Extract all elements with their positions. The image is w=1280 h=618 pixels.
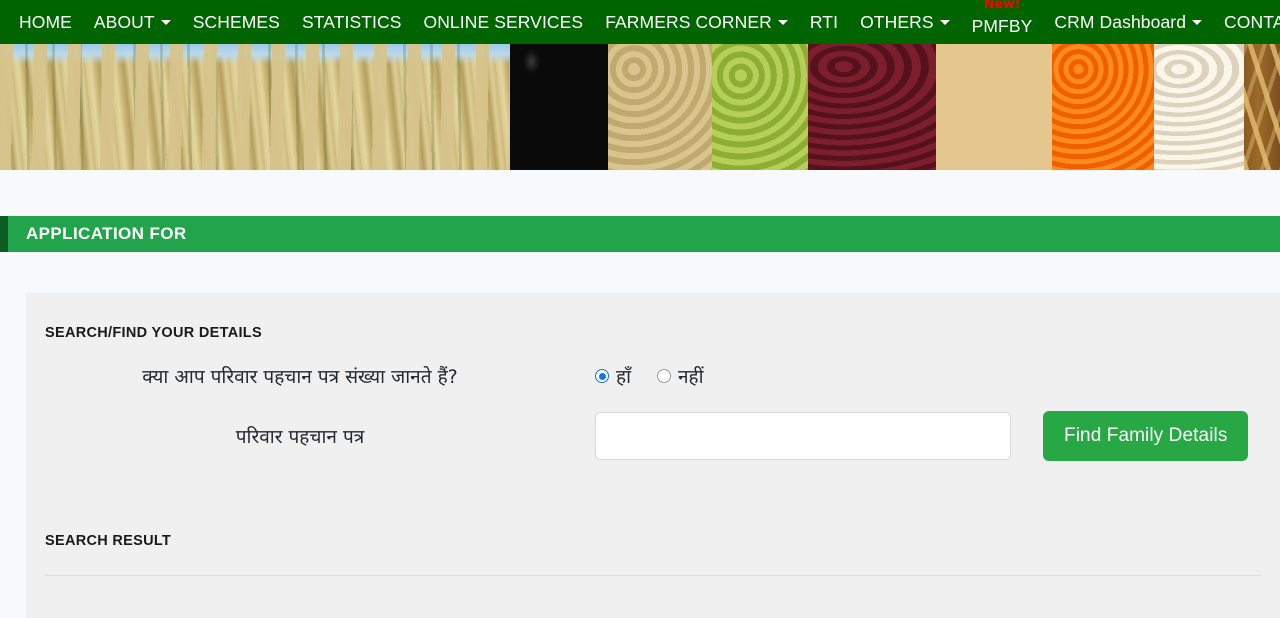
question-label: क्या आप परिवार पहचान पत्र संख्या जानते ह… <box>142 366 458 388</box>
search-panel-title: SEARCH/FIND YOUR DETAILS <box>45 325 262 341</box>
nav-label: STATISTICS <box>301 11 402 32</box>
radio-yes-indicator[interactable] <box>595 369 609 383</box>
section-header-wrap: APPLICATION FOR <box>0 170 1280 252</box>
section-header: APPLICATION FOR <box>0 216 1280 252</box>
page-title: APPLICATION FOR <box>26 224 187 243</box>
nav-item-others[interactable]: OTHERS <box>849 0 961 44</box>
banner-band-orange-lentils <box>1052 44 1154 170</box>
banner-band-white-beans <box>1154 44 1244 170</box>
nav-label: SCHEMES <box>192 11 280 32</box>
banner-band-wheat-stalks <box>1244 44 1280 170</box>
banner-band-black-beans <box>510 44 608 170</box>
nav-label: HOME <box>19 11 72 32</box>
main-navigation: HOME ABOUT SCHEMES STATISTICS ONLINE SER… <box>0 0 1280 44</box>
banner-band-pearl-millet-field <box>0 44 510 170</box>
banner-image <box>0 44 1280 170</box>
radio-option-no[interactable]: नहीं <box>657 363 704 389</box>
nav-label: CONTACT US <box>1224 11 1280 32</box>
nav-item-crm-dashboard[interactable]: CRM Dashboard <box>1043 0 1213 44</box>
nav-label: RTI <box>809 11 839 32</box>
nav-item-online-services[interactable]: ONLINE SERVICES <box>412 0 594 44</box>
banner-band-red-kidney-beans <box>808 44 936 170</box>
find-family-details-button[interactable]: Find Family Details <box>1043 411 1249 461</box>
nav-label: PMFBY <box>971 16 1033 36</box>
search-panel: SEARCH/FIND YOUR DETAILS क्या आप परिवार … <box>26 293 1280 618</box>
chevron-down-icon <box>939 19 950 25</box>
chevron-down-icon <box>777 19 788 25</box>
nav-label: CRM Dashboard <box>1054 11 1187 32</box>
nav-item-contact-us[interactable]: CONTACT US <box>1213 0 1280 44</box>
radio-no-label: नहीं <box>678 366 704 388</box>
nav-label: ONLINE SERVICES <box>423 11 584 32</box>
radio-group-know-ppp: हाँ नहीं <box>595 363 704 389</box>
chevron-down-icon <box>1192 19 1203 25</box>
ppp-number-input[interactable] <box>595 412 1011 460</box>
nav-item-farmers-corner[interactable]: FARMERS CORNER <box>594 0 799 44</box>
ppp-label: परिवार पहचान पत्र <box>235 426 365 448</box>
ppp-row: परिवार पहचान पत्र Find Family Details <box>26 411 1280 461</box>
banner-band-tan-lentils <box>608 44 712 170</box>
radio-no-indicator[interactable] <box>657 369 672 383</box>
chevron-down-icon <box>160 19 171 25</box>
nav-item-statistics[interactable]: STATISTICS <box>291 0 413 44</box>
nav-item-about[interactable]: ABOUT <box>83 0 182 44</box>
nav-label: FARMERS CORNER <box>605 11 772 32</box>
nav-item-rti[interactable]: RTI <box>799 0 849 44</box>
banner-band-chickpeas <box>936 44 1052 170</box>
nav-item-pmfby[interactable]: New! PMFBY <box>961 0 1044 44</box>
nav-label: OTHERS <box>860 11 934 32</box>
radio-yes-label: हाँ <box>616 366 632 388</box>
new-badge: New! <box>983 0 1021 12</box>
nav-item-schemes[interactable]: SCHEMES <box>182 0 291 44</box>
radio-option-yes[interactable]: हाँ <box>595 363 631 389</box>
nav-item-home[interactable]: HOME <box>8 0 83 44</box>
nav-label: ABOUT <box>93 11 155 32</box>
question-row: क्या आप परिवार पहचान पत्र संख्या जानते ह… <box>26 363 1280 389</box>
search-result-title: SEARCH RESULT <box>45 533 172 549</box>
banner-band-green-split-peas <box>712 44 808 170</box>
search-result-divider <box>45 575 1261 576</box>
